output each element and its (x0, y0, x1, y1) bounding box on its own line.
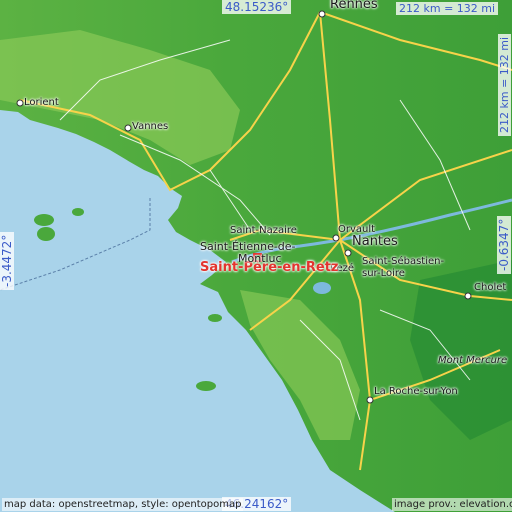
attribution-left: map data: openstreetmap, style: opentopo… (2, 498, 244, 511)
map-canvas[interactable]: Rennes Lorient Vannes Saint-Nazaire Sain… (0, 0, 512, 512)
label-lorient: Lorient (24, 97, 59, 108)
label-saint-sebastien: Saint-Sébastien- (362, 256, 445, 267)
label-saint-etienne-2: Montluc (238, 252, 282, 265)
label-rennes: Rennes (330, 0, 378, 12)
island-groix (34, 214, 54, 226)
label-saint-sebastien-2: sur-Loire (362, 268, 405, 279)
label-saint-nazaire: Saint-Nazaire (230, 225, 297, 236)
island-noirmoutier-tip (208, 314, 222, 322)
lake-grand-lieu (313, 282, 331, 294)
label-mont-mercure: Mont Mercure (438, 355, 508, 366)
coord-west: -3.4472° (0, 231, 14, 290)
island-belle-ile (37, 227, 55, 241)
island-yeu (196, 381, 216, 391)
label-la-roche-sur-yon: La Roche-sur-Yon (374, 386, 458, 397)
label-cholet: Cholet (474, 282, 507, 293)
label-vannes: Vannes (132, 121, 169, 132)
coord-north: 48.15236° (222, 0, 292, 14)
label-nantes: Nantes (352, 234, 398, 249)
label-saint-etienne: Saint-Étienne-de- (200, 240, 296, 253)
scale-horizontal: 212 km = 132 mi (396, 2, 499, 15)
coord-east: -0.6347° (497, 215, 511, 274)
attribution-right: image prov.: elevation.city (392, 498, 512, 511)
scale-vertical: 212 km = 132 mi (498, 33, 511, 136)
island-small-1 (72, 208, 84, 216)
